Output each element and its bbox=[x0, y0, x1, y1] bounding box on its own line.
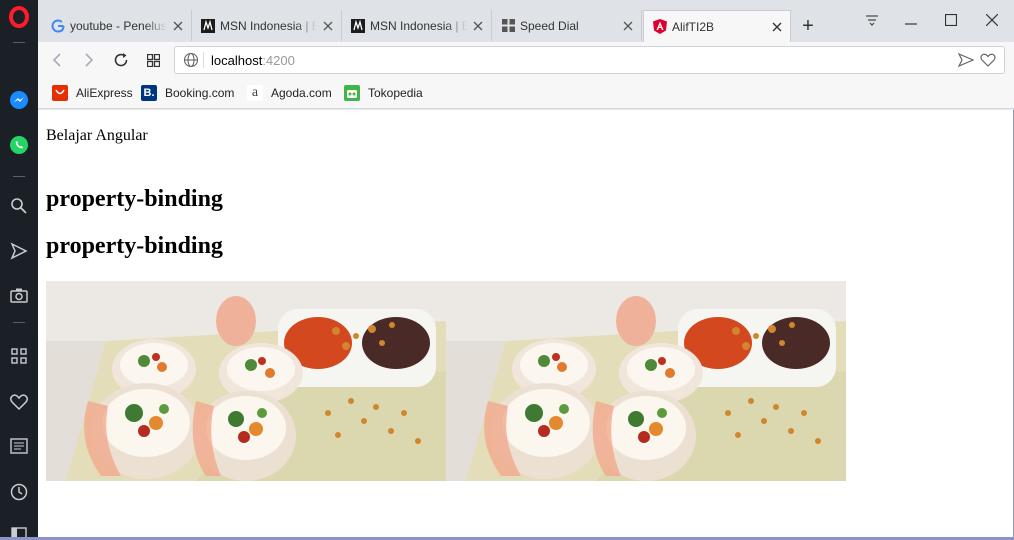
close-icon[interactable] bbox=[471, 19, 485, 33]
bookmark-booking[interactable]: B. Booking.com bbox=[141, 84, 234, 102]
tab-title: MSN Indonesia | B bbox=[220, 18, 317, 33]
bookmark-label: Tokopedia bbox=[368, 86, 423, 100]
close-icon[interactable] bbox=[171, 19, 185, 33]
bookmark-tokopedia[interactable]: Tokopedia bbox=[344, 84, 423, 102]
bookmark-label: AliExpress bbox=[76, 86, 133, 100]
camera-icon[interactable] bbox=[0, 280, 38, 310]
speed-dial-icon bbox=[500, 18, 516, 34]
close-icon[interactable] bbox=[321, 19, 335, 33]
whatsapp-icon[interactable] bbox=[0, 130, 38, 160]
intro-text: Belajar Angular bbox=[46, 127, 148, 144]
agoda-icon: a bbox=[247, 85, 263, 101]
maximize-button[interactable] bbox=[931, 6, 971, 34]
tab-title: Speed Dial bbox=[520, 18, 579, 33]
reload-button[interactable] bbox=[108, 47, 134, 73]
heading-property-binding-1: property-binding bbox=[46, 186, 223, 212]
opera-logo-icon[interactable] bbox=[0, 2, 38, 32]
close-icon[interactable] bbox=[621, 19, 635, 33]
sushi-image-2 bbox=[446, 281, 846, 481]
messenger-icon[interactable] bbox=[0, 85, 38, 115]
news-icon[interactable] bbox=[0, 431, 38, 461]
bookmarks-bar: AliExpress B. Booking.com a Agoda.com To… bbox=[38, 78, 1014, 109]
page-viewport: Belajar Angular property-binding propert… bbox=[38, 110, 1013, 537]
bookmark-label: Agoda.com bbox=[271, 86, 332, 100]
bookmark-heart-icon[interactable] bbox=[980, 53, 996, 70]
tab-strip: youtube - Penelus MSN Indonesia | B MSN … bbox=[38, 0, 1014, 42]
tab-active-aliftib[interactable]: AlifTI2B bbox=[643, 10, 791, 42]
tokopedia-icon bbox=[344, 85, 360, 101]
tab-title: youtube - Penelus bbox=[70, 18, 167, 33]
send-icon[interactable] bbox=[957, 52, 975, 70]
close-icon[interactable] bbox=[770, 20, 784, 34]
search-icon[interactable] bbox=[0, 191, 38, 221]
new-tab-button[interactable]: + bbox=[796, 14, 820, 38]
tab-msn-1[interactable]: MSN Indonesia | B bbox=[192, 10, 342, 41]
globe-icon bbox=[183, 52, 199, 71]
msn-icon bbox=[200, 18, 216, 34]
google-icon bbox=[50, 18, 66, 34]
bookmark-label: Booking.com bbox=[165, 86, 235, 100]
angular-icon bbox=[652, 19, 668, 35]
tab-menu-icon[interactable] bbox=[852, 6, 892, 34]
aliexpress-icon bbox=[52, 85, 68, 101]
speed-dial-icon[interactable] bbox=[0, 341, 38, 371]
bookmark-aliexpress[interactable]: AliExpress bbox=[52, 84, 133, 102]
sushi-image-1 bbox=[46, 281, 446, 481]
msn-icon bbox=[350, 18, 366, 34]
tab-youtube[interactable]: youtube - Penelus bbox=[42, 10, 192, 41]
heading-property-binding-2: property-binding bbox=[46, 233, 223, 259]
url-port: :4200 bbox=[262, 53, 295, 68]
back-button[interactable] bbox=[44, 47, 70, 73]
tab-title: MSN Indonesia | B bbox=[370, 18, 467, 33]
minimize-button[interactable] bbox=[891, 6, 931, 34]
tab-title: AlifTI2B bbox=[672, 19, 715, 34]
url-host: localhost bbox=[211, 53, 263, 68]
opera-sidebar bbox=[0, 0, 38, 540]
send-icon[interactable] bbox=[0, 236, 38, 266]
window-close-button[interactable] bbox=[972, 6, 1012, 34]
history-icon[interactable] bbox=[0, 477, 38, 507]
heart-icon[interactable] bbox=[0, 387, 38, 417]
tab-speed-dial[interactable]: Speed Dial bbox=[492, 10, 642, 41]
bookmark-agoda[interactable]: a Agoda.com bbox=[247, 84, 332, 102]
forward-button[interactable] bbox=[76, 47, 102, 73]
tab-msn-2[interactable]: MSN Indonesia | B bbox=[342, 10, 492, 41]
address-bar[interactable]: localhost:4200 bbox=[174, 46, 1005, 74]
booking-icon: B. bbox=[141, 85, 157, 101]
address-toolbar: localhost:4200 bbox=[38, 42, 1014, 78]
url-text: localhost:4200 bbox=[211, 53, 295, 68]
speed-dial-icon[interactable] bbox=[140, 47, 166, 73]
